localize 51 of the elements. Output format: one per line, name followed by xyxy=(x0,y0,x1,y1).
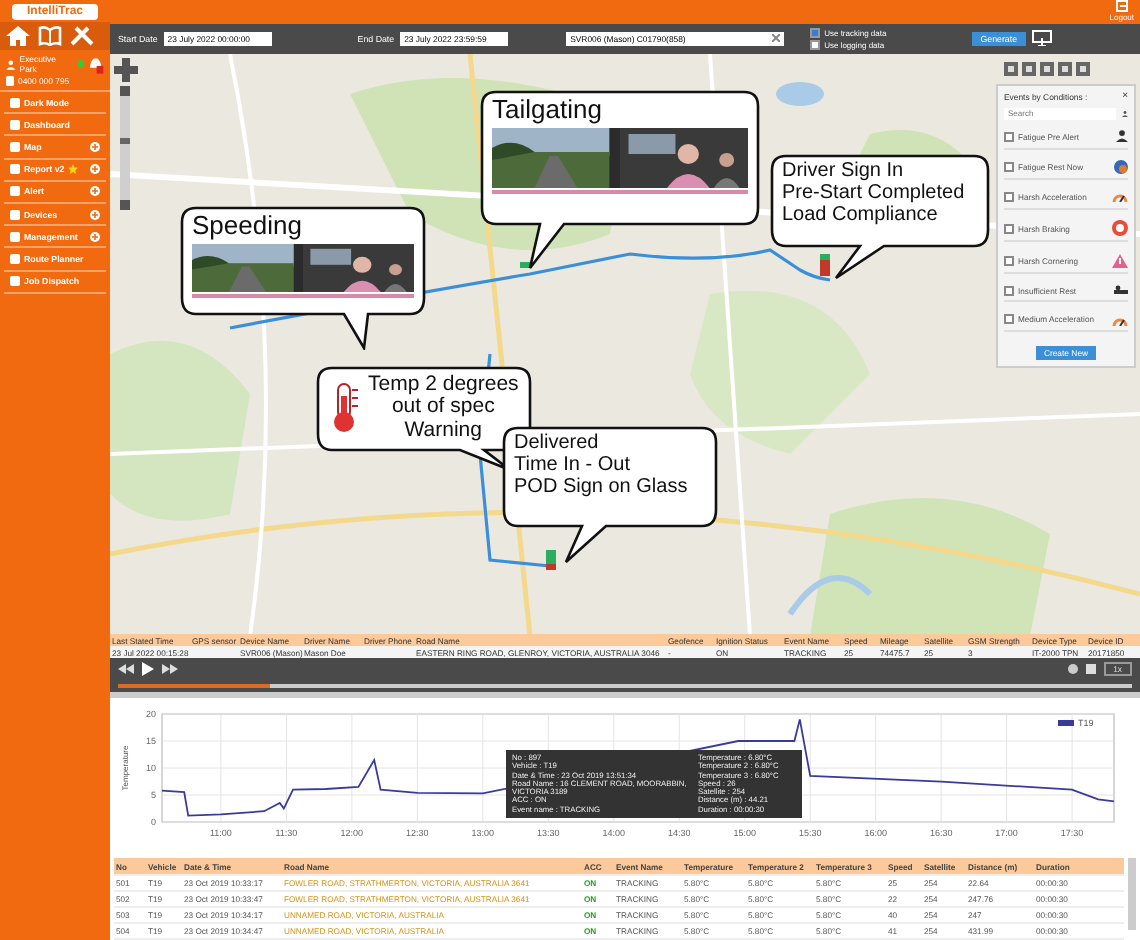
zoom-slider[interactable] xyxy=(120,85,130,210)
checkbox[interactable] xyxy=(810,27,821,38)
play-icon[interactable] xyxy=(142,662,154,677)
checkbox[interactable] xyxy=(810,39,821,50)
screen-icon[interactable] xyxy=(1031,30,1052,47)
river xyxy=(787,574,872,616)
brake-icon xyxy=(1112,220,1128,236)
gauge-icon xyxy=(1112,313,1128,326)
status-dot xyxy=(77,60,85,68)
tools-icon[interactable] xyxy=(70,26,94,46)
callout-text: Warning xyxy=(404,419,482,443)
vehicle-marker[interactable] xyxy=(820,253,830,276)
bell-icon[interactable] xyxy=(88,55,104,73)
thermometer-icon xyxy=(328,381,360,434)
plus-icon[interactable] xyxy=(90,141,100,152)
callout-text: Load Compliance xyxy=(782,203,940,226)
checkbox[interactable] xyxy=(1004,314,1014,325)
callout-text: out of spec xyxy=(391,396,495,420)
pan-control[interactable] xyxy=(114,57,138,82)
scrollbar[interactable] xyxy=(1128,858,1136,930)
plus-icon[interactable] xyxy=(90,209,100,220)
bed-icon xyxy=(1114,284,1128,297)
callout-text: Tailgating xyxy=(492,95,604,125)
checkbox[interactable] xyxy=(1004,131,1014,142)
checkbox[interactable] xyxy=(1004,191,1014,202)
callout-text: Temp 2 degrees xyxy=(368,373,519,396)
fast-forward-icon[interactable] xyxy=(162,664,178,675)
callout-text: POD Sign on Glass xyxy=(514,475,690,498)
vehicle-marker[interactable] xyxy=(546,549,556,570)
callout-text: Speeding xyxy=(192,211,304,241)
rewind-icon[interactable] xyxy=(118,664,134,675)
plus-icon[interactable] xyxy=(90,231,100,242)
phone-icon xyxy=(6,76,14,86)
checkbox[interactable] xyxy=(1004,161,1014,172)
legend-swatch xyxy=(1058,720,1074,726)
book-icon[interactable] xyxy=(38,26,62,46)
gauge-icon xyxy=(1112,190,1128,203)
lake xyxy=(776,81,824,106)
callout-text: Time In - Out xyxy=(514,453,632,476)
callout-text: Delivered xyxy=(514,431,601,454)
logout-icon xyxy=(1115,0,1128,13)
menu-icon xyxy=(10,276,20,287)
checkbox[interactable] xyxy=(1004,223,1014,233)
plus-icon[interactable] xyxy=(90,164,100,175)
callout-text: Driver Sign In xyxy=(782,159,906,182)
home-icon[interactable] xyxy=(6,26,30,46)
checkbox[interactable] xyxy=(1004,285,1014,296)
plus-icon[interactable] xyxy=(90,186,100,197)
warning-icon xyxy=(1112,253,1128,268)
checkbox[interactable] xyxy=(1004,255,1014,266)
callout-text: Pre-Start Completed xyxy=(782,181,967,204)
